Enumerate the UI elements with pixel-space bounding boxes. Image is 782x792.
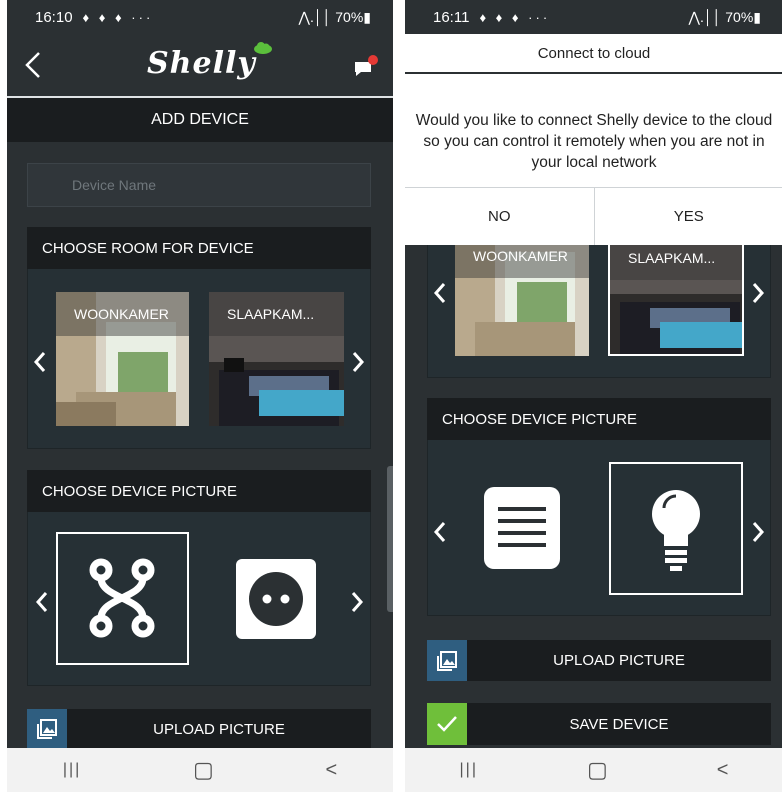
home-button[interactable]: ▢ — [587, 757, 608, 783]
home-button[interactable]: ▢ — [193, 757, 214, 783]
picture-section-heading: CHOOSE DEVICE PICTURE — [27, 470, 371, 512]
connect-cloud-dialog: Connect to cloud Would you like to conne… — [405, 34, 782, 245]
status-time: 16:10 — [35, 8, 73, 26]
picture-prev-chevron-icon[interactable] — [35, 591, 49, 613]
phone-right-screen: 16:11 ♦ ♦ ♦ ··· ⋀.││ 70%▮ WOONKAMER SLAA… — [405, 0, 782, 792]
socket-icon[interactable] — [236, 559, 316, 639]
phone-left-screen: 16:10 ♦ ♦ ♦ ··· ⋀.││ 70%▮ Shelly ADD DEV… — [7, 0, 393, 792]
room-tile-slaapkamer[interactable]: SLAAPKAM... — [209, 292, 344, 426]
picture-next-chevron-icon[interactable] — [751, 521, 765, 543]
room-label: SLAAPKAM... — [209, 292, 344, 336]
dialog-message: Would you like to connect Shelly device … — [415, 112, 773, 171]
back-chevron-icon[interactable] — [21, 50, 45, 80]
upload-picture-button[interactable]: UPLOAD PICTURE — [27, 709, 371, 749]
image-icon — [427, 640, 467, 681]
status-bar: 16:11 ♦ ♦ ♦ ··· ⋀.││ 70%▮ — [405, 0, 782, 34]
status-time: 16:11 — [433, 8, 470, 26]
room-prev-chevron-icon[interactable] — [33, 351, 47, 373]
recent-apps-button[interactable]: ||| — [460, 761, 478, 779]
upload-label: UPLOAD PICTURE — [553, 652, 685, 669]
save-label: SAVE DEVICE — [569, 715, 669, 733]
status-notification-icons: ♦ ♦ ♦ ··· — [479, 9, 551, 25]
edge-panel-handle[interactable] — [387, 466, 393, 612]
upload-label: UPLOAD PICTURE — [153, 720, 285, 738]
upload-picture-button[interactable]: UPLOAD PICTURE — [427, 640, 771, 681]
yes-button[interactable]: YES — [593, 188, 782, 245]
picture-next-chevron-icon[interactable] — [350, 591, 364, 613]
android-nav-bar: ||| ▢ < — [405, 748, 782, 792]
cloud-icon — [254, 42, 272, 54]
room-prev-chevron-icon[interactable] — [433, 282, 447, 304]
page-title: ADD DEVICE — [7, 98, 393, 142]
status-battery: ⋀.││ 70%▮ — [688, 8, 762, 25]
roller-shutter-icon[interactable] — [484, 487, 560, 569]
dialog-buttons: NO YES — [405, 187, 782, 245]
app-header: Shelly — [7, 34, 393, 96]
shelly-logo: Shelly — [147, 46, 256, 81]
bulb-icon — [652, 490, 700, 571]
room-tile-woonkamer[interactable]: WOONKAMER — [56, 292, 189, 426]
status-notification-icons: ♦ ♦ ♦ ··· — [82, 9, 154, 25]
picture-prev-chevron-icon[interactable] — [433, 521, 447, 543]
chat-notification-icon[interactable] — [353, 54, 379, 78]
status-battery: ⋀.││ 70%▮ — [298, 8, 372, 25]
image-icon — [27, 709, 67, 749]
scheme-switch-icon — [89, 558, 155, 638]
save-device-button[interactable]: SAVE DEVICE — [427, 703, 771, 745]
check-icon — [427, 703, 467, 745]
room-next-chevron-icon[interactable] — [351, 351, 365, 373]
room-label: WOONKAMER — [56, 292, 189, 336]
no-button[interactable]: NO — [405, 188, 594, 245]
nav-back-button[interactable]: < — [325, 759, 337, 782]
status-bar: 16:10 ♦ ♦ ♦ ··· ⋀.││ 70%▮ — [7, 0, 393, 34]
nav-back-button[interactable]: < — [717, 759, 729, 782]
dialog-title: Connect to cloud — [405, 34, 782, 74]
device-name-input[interactable]: Device Name — [27, 163, 371, 207]
room-next-chevron-icon[interactable] — [751, 282, 765, 304]
room-section-heading: CHOOSE ROOM FOR DEVICE — [27, 227, 371, 269]
recent-apps-button[interactable]: ||| — [63, 761, 81, 779]
picture-section-heading: CHOOSE DEVICE PICTURE — [427, 398, 771, 440]
android-nav-bar: ||| ▢ < — [7, 748, 393, 792]
